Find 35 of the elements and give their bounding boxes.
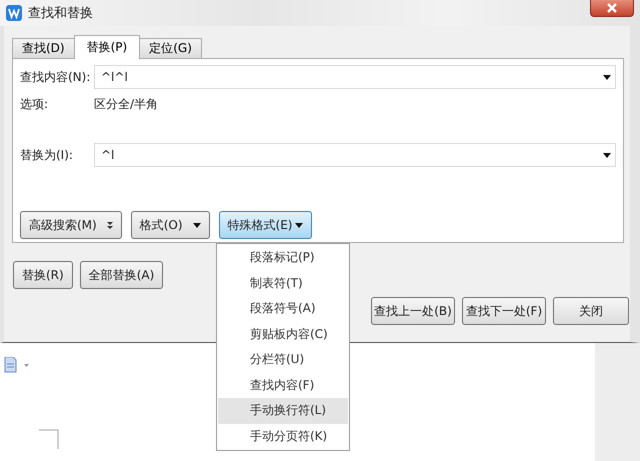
dialog-button[interactable]: 查找上一处(B) xyxy=(371,297,455,325)
menu-item[interactable]: 手动换行符(L) xyxy=(218,398,348,424)
close-icon[interactable] xyxy=(590,0,634,17)
window-title: 查找和替换 xyxy=(28,5,93,22)
page-corner-mark xyxy=(39,429,59,449)
menu-item[interactable]: 剪贴板内容(C) xyxy=(218,322,348,347)
menu-item[interactable]: 分栏符(U) xyxy=(218,347,348,372)
dropdown-button[interactable]: 特殊格式(E) xyxy=(218,211,312,239)
menu-item[interactable]: 段落标记(P) xyxy=(218,245,348,270)
caret-icon xyxy=(192,222,201,228)
dropdown-button[interactable]: 高级搜索(M) xyxy=(20,211,122,239)
double-caret-icon xyxy=(106,220,113,230)
dialog-button[interactable]: 关闭 xyxy=(553,297,629,325)
options-value: 区分全/半角 xyxy=(94,96,158,112)
replace-button[interactable]: 替换(R) xyxy=(13,261,73,289)
tab[interactable]: 替换(P) xyxy=(74,35,140,59)
menu-item[interactable]: 手动分页符(K) xyxy=(218,424,348,449)
app-logo-icon xyxy=(6,5,22,21)
options-label: 选项: xyxy=(20,96,50,112)
tab[interactable]: 查找(D) xyxy=(12,38,75,58)
menu-item[interactable]: 段落符号(A) xyxy=(218,296,348,322)
menu-item[interactable]: 制表符(T) xyxy=(218,270,348,296)
replace-field[interactable]: ^l xyxy=(94,143,616,167)
field-label: 查找内容(N): xyxy=(20,68,92,86)
find-field[interactable]: ^l^l xyxy=(94,65,616,89)
dropdown-arrow-icon xyxy=(603,152,611,158)
caret-icon xyxy=(295,222,304,228)
menu-item[interactable]: 查找内容(F) xyxy=(218,372,348,398)
dialog-button[interactable]: 查找下一处(F) xyxy=(462,297,546,325)
dropdown-button[interactable]: 格式(O) xyxy=(130,211,210,239)
document-icon[interactable] xyxy=(4,357,32,373)
dropdown-arrow-icon xyxy=(603,74,611,80)
field-label: 替换为(I): xyxy=(20,146,74,164)
replace-button[interactable]: 全部替换(A) xyxy=(80,261,164,289)
tab[interactable]: 定位(G) xyxy=(139,38,202,58)
